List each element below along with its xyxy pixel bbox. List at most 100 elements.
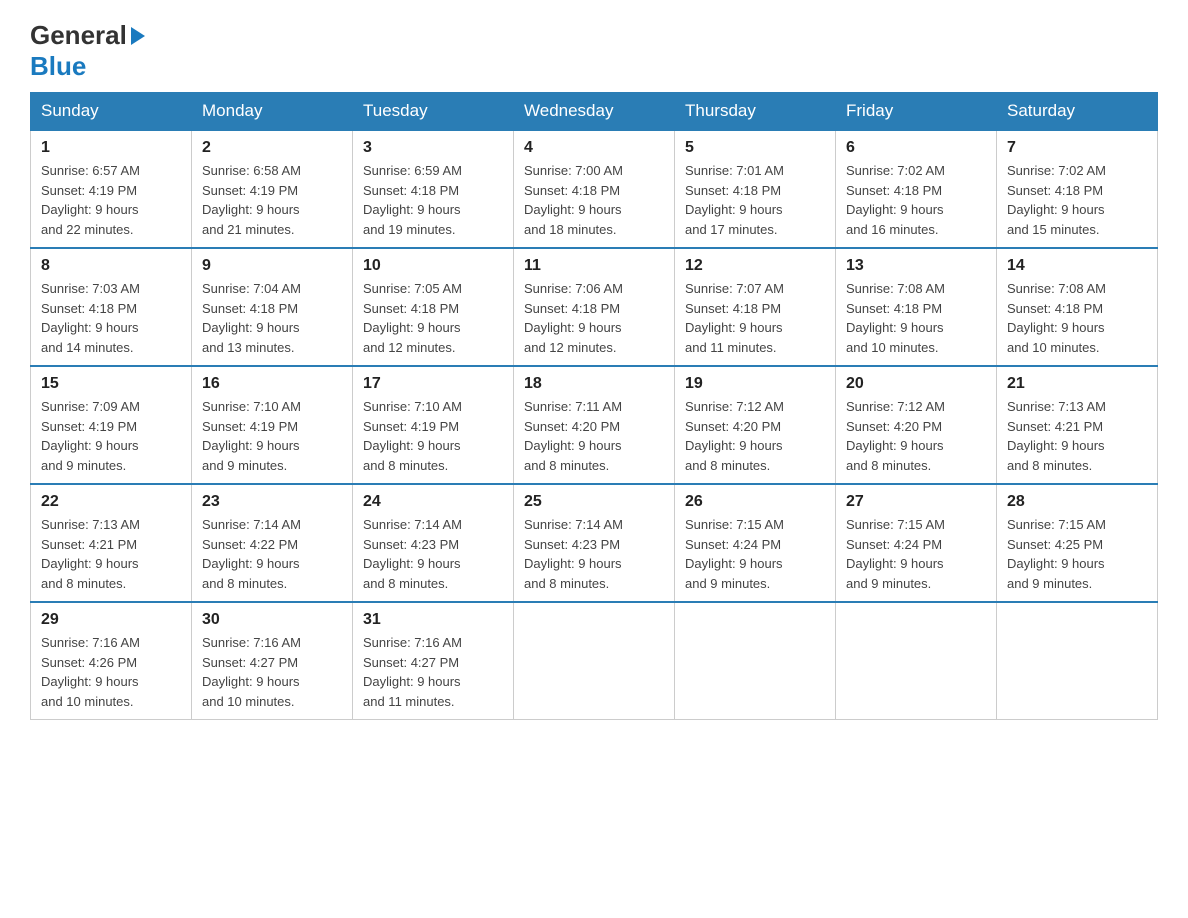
weekday-header-saturday: Saturday [997, 93, 1158, 131]
calendar-cell: 27 Sunrise: 7:15 AM Sunset: 4:24 PM Dayl… [836, 484, 997, 602]
day-number: 8 [41, 257, 181, 275]
calendar-cell: 15 Sunrise: 7:09 AM Sunset: 4:19 PM Dayl… [31, 366, 192, 484]
day-info: Sunrise: 7:12 AM Sunset: 4:20 PM Dayligh… [846, 397, 986, 475]
weekday-header-wednesday: Wednesday [514, 93, 675, 131]
day-number: 21 [1007, 375, 1147, 393]
day-info: Sunrise: 7:14 AM Sunset: 4:23 PM Dayligh… [363, 515, 503, 593]
calendar-header-row: SundayMondayTuesdayWednesdayThursdayFrid… [31, 93, 1158, 131]
day-info: Sunrise: 7:00 AM Sunset: 4:18 PM Dayligh… [524, 161, 664, 239]
day-info: Sunrise: 7:02 AM Sunset: 4:18 PM Dayligh… [846, 161, 986, 239]
calendar-cell: 14 Sunrise: 7:08 AM Sunset: 4:18 PM Dayl… [997, 248, 1158, 366]
calendar-week-1: 1 Sunrise: 6:57 AM Sunset: 4:19 PM Dayli… [31, 130, 1158, 248]
day-info: Sunrise: 7:12 AM Sunset: 4:20 PM Dayligh… [685, 397, 825, 475]
calendar-cell: 12 Sunrise: 7:07 AM Sunset: 4:18 PM Dayl… [675, 248, 836, 366]
day-info: Sunrise: 7:14 AM Sunset: 4:22 PM Dayligh… [202, 515, 342, 593]
day-number: 22 [41, 493, 181, 511]
logo-blue-text: Blue [30, 51, 86, 82]
calendar-cell: 21 Sunrise: 7:13 AM Sunset: 4:21 PM Dayl… [997, 366, 1158, 484]
day-number: 3 [363, 139, 503, 157]
calendar-cell: 5 Sunrise: 7:01 AM Sunset: 4:18 PM Dayli… [675, 130, 836, 248]
day-number: 7 [1007, 139, 1147, 157]
day-info: Sunrise: 7:10 AM Sunset: 4:19 PM Dayligh… [363, 397, 503, 475]
weekday-header-sunday: Sunday [31, 93, 192, 131]
day-info: Sunrise: 7:15 AM Sunset: 4:25 PM Dayligh… [1007, 515, 1147, 593]
calendar-cell: 16 Sunrise: 7:10 AM Sunset: 4:19 PM Dayl… [192, 366, 353, 484]
day-info: Sunrise: 7:10 AM Sunset: 4:19 PM Dayligh… [202, 397, 342, 475]
day-number: 20 [846, 375, 986, 393]
calendar-cell: 7 Sunrise: 7:02 AM Sunset: 4:18 PM Dayli… [997, 130, 1158, 248]
day-info: Sunrise: 7:13 AM Sunset: 4:21 PM Dayligh… [1007, 397, 1147, 475]
calendar-week-2: 8 Sunrise: 7:03 AM Sunset: 4:18 PM Dayli… [31, 248, 1158, 366]
calendar-cell: 18 Sunrise: 7:11 AM Sunset: 4:20 PM Dayl… [514, 366, 675, 484]
calendar-cell: 9 Sunrise: 7:04 AM Sunset: 4:18 PM Dayli… [192, 248, 353, 366]
day-info: Sunrise: 7:16 AM Sunset: 4:26 PM Dayligh… [41, 633, 181, 711]
day-number: 4 [524, 139, 664, 157]
day-info: Sunrise: 7:16 AM Sunset: 4:27 PM Dayligh… [363, 633, 503, 711]
day-number: 6 [846, 139, 986, 157]
calendar-cell: 2 Sunrise: 6:58 AM Sunset: 4:19 PM Dayli… [192, 130, 353, 248]
calendar-cell: 3 Sunrise: 6:59 AM Sunset: 4:18 PM Dayli… [353, 130, 514, 248]
day-info: Sunrise: 7:07 AM Sunset: 4:18 PM Dayligh… [685, 279, 825, 357]
day-info: Sunrise: 7:13 AM Sunset: 4:21 PM Dayligh… [41, 515, 181, 593]
calendar-cell: 4 Sunrise: 7:00 AM Sunset: 4:18 PM Dayli… [514, 130, 675, 248]
calendar-cell: 6 Sunrise: 7:02 AM Sunset: 4:18 PM Dayli… [836, 130, 997, 248]
day-info: Sunrise: 7:15 AM Sunset: 4:24 PM Dayligh… [846, 515, 986, 593]
calendar-week-5: 29 Sunrise: 7:16 AM Sunset: 4:26 PM Dayl… [31, 602, 1158, 720]
day-info: Sunrise: 7:04 AM Sunset: 4:18 PM Dayligh… [202, 279, 342, 357]
day-info: Sunrise: 7:08 AM Sunset: 4:18 PM Dayligh… [846, 279, 986, 357]
day-number: 30 [202, 611, 342, 629]
calendar-cell: 17 Sunrise: 7:10 AM Sunset: 4:19 PM Dayl… [353, 366, 514, 484]
calendar-cell: 24 Sunrise: 7:14 AM Sunset: 4:23 PM Dayl… [353, 484, 514, 602]
calendar-cell [514, 602, 675, 720]
day-info: Sunrise: 7:05 AM Sunset: 4:18 PM Dayligh… [363, 279, 503, 357]
day-info: Sunrise: 7:15 AM Sunset: 4:24 PM Dayligh… [685, 515, 825, 593]
weekday-header-friday: Friday [836, 93, 997, 131]
calendar-cell [997, 602, 1158, 720]
weekday-header-tuesday: Tuesday [353, 93, 514, 131]
day-number: 10 [363, 257, 503, 275]
day-info: Sunrise: 7:11 AM Sunset: 4:20 PM Dayligh… [524, 397, 664, 475]
day-number: 14 [1007, 257, 1147, 275]
day-number: 13 [846, 257, 986, 275]
day-number: 9 [202, 257, 342, 275]
day-number: 12 [685, 257, 825, 275]
calendar-cell: 10 Sunrise: 7:05 AM Sunset: 4:18 PM Dayl… [353, 248, 514, 366]
calendar-cell: 23 Sunrise: 7:14 AM Sunset: 4:22 PM Dayl… [192, 484, 353, 602]
logo: General Blue [30, 20, 145, 82]
day-info: Sunrise: 7:16 AM Sunset: 4:27 PM Dayligh… [202, 633, 342, 711]
weekday-header-monday: Monday [192, 93, 353, 131]
calendar-cell: 26 Sunrise: 7:15 AM Sunset: 4:24 PM Dayl… [675, 484, 836, 602]
day-number: 16 [202, 375, 342, 393]
calendar-cell: 8 Sunrise: 7:03 AM Sunset: 4:18 PM Dayli… [31, 248, 192, 366]
day-number: 31 [363, 611, 503, 629]
day-info: Sunrise: 7:06 AM Sunset: 4:18 PM Dayligh… [524, 279, 664, 357]
calendar-cell: 31 Sunrise: 7:16 AM Sunset: 4:27 PM Dayl… [353, 602, 514, 720]
day-number: 29 [41, 611, 181, 629]
calendar-cell: 11 Sunrise: 7:06 AM Sunset: 4:18 PM Dayl… [514, 248, 675, 366]
calendar-cell: 25 Sunrise: 7:14 AM Sunset: 4:23 PM Dayl… [514, 484, 675, 602]
calendar-cell: 22 Sunrise: 7:13 AM Sunset: 4:21 PM Dayl… [31, 484, 192, 602]
calendar-table: SundayMondayTuesdayWednesdayThursdayFrid… [30, 92, 1158, 720]
day-number: 2 [202, 139, 342, 157]
day-number: 5 [685, 139, 825, 157]
day-info: Sunrise: 7:09 AM Sunset: 4:19 PM Dayligh… [41, 397, 181, 475]
day-number: 26 [685, 493, 825, 511]
day-number: 23 [202, 493, 342, 511]
calendar-cell [675, 602, 836, 720]
day-info: Sunrise: 7:02 AM Sunset: 4:18 PM Dayligh… [1007, 161, 1147, 239]
calendar-week-3: 15 Sunrise: 7:09 AM Sunset: 4:19 PM Dayl… [31, 366, 1158, 484]
calendar-cell: 20 Sunrise: 7:12 AM Sunset: 4:20 PM Dayl… [836, 366, 997, 484]
day-number: 18 [524, 375, 664, 393]
logo-general-text: General [30, 20, 145, 51]
calendar-cell: 13 Sunrise: 7:08 AM Sunset: 4:18 PM Dayl… [836, 248, 997, 366]
day-number: 19 [685, 375, 825, 393]
day-number: 15 [41, 375, 181, 393]
calendar-cell: 19 Sunrise: 7:12 AM Sunset: 4:20 PM Dayl… [675, 366, 836, 484]
calendar-cell [836, 602, 997, 720]
day-number: 25 [524, 493, 664, 511]
calendar-cell: 1 Sunrise: 6:57 AM Sunset: 4:19 PM Dayli… [31, 130, 192, 248]
day-number: 28 [1007, 493, 1147, 511]
page-header: General Blue [30, 20, 1158, 82]
day-number: 24 [363, 493, 503, 511]
day-number: 1 [41, 139, 181, 157]
